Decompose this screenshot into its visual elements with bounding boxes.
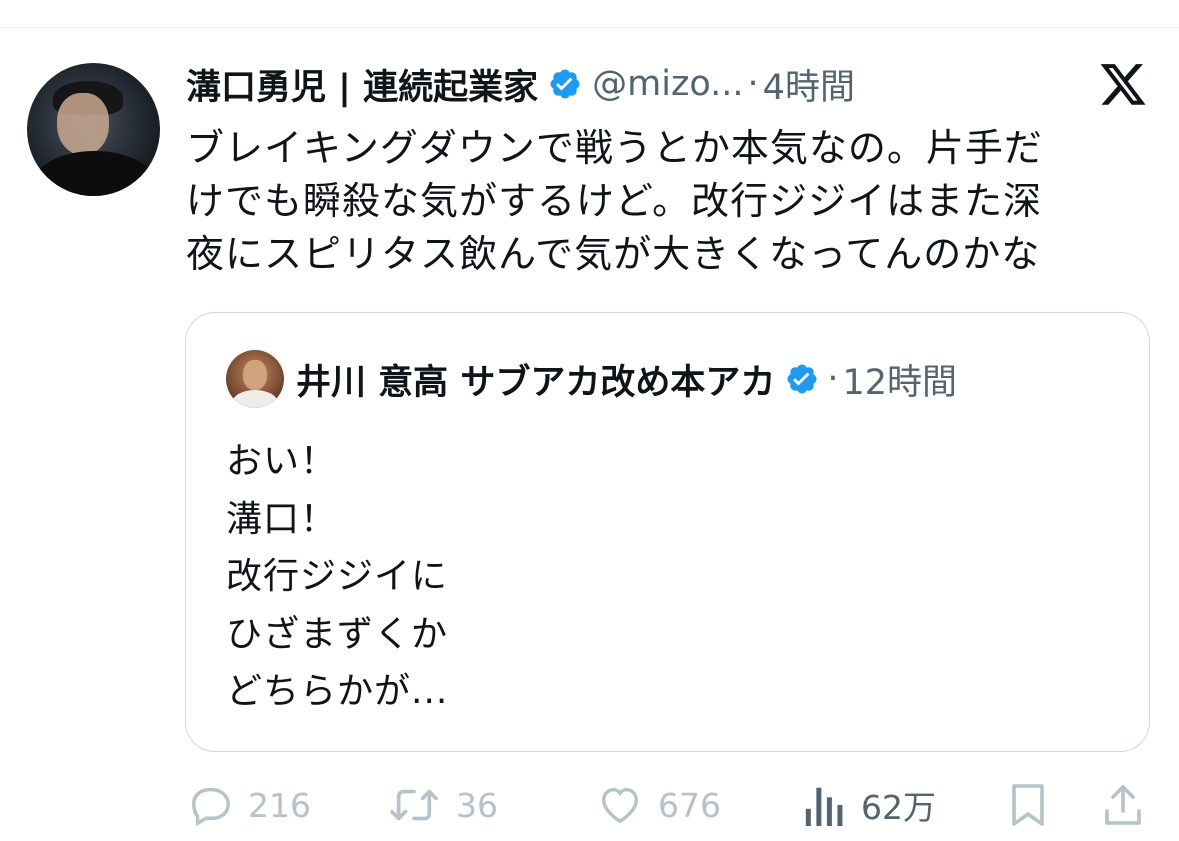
tweet-text-line: ブレイキングダウンで戦うとか本気なの。片手だ xyxy=(186,126,1043,170)
quoted-tweet-card[interactable]: 井川 意高 サブアカ改め本アカ · 12時間 おい！ 溝口！ 改行ジジイに ひざ… xyxy=(185,312,1150,752)
quoted-text-line: 改行ジジイに xyxy=(226,556,449,597)
avatar-face xyxy=(57,93,109,155)
tweet-text-line: けでも瞬殺な気がするけど。改行ジジイはまた深 xyxy=(186,179,1043,223)
author-handle[interactable]: @mizo... xyxy=(592,64,743,104)
retweet-count: 36 xyxy=(456,785,498,825)
like-button[interactable]: 676 xyxy=(596,770,721,840)
tweet-text: ブレイキングダウンで戦うとか本気なの。片手だ けでも瞬殺な気がするけど。改行ジジ… xyxy=(186,122,1126,281)
author-name[interactable]: 溝口勇児 | 連続起業家 xyxy=(186,59,538,110)
reply-icon xyxy=(188,782,234,828)
tweet-timestamp[interactable]: 4時間 xyxy=(763,59,855,110)
quoted-author-avatar xyxy=(226,350,284,408)
header-separator: · xyxy=(747,64,759,104)
views-button[interactable]: 62万 xyxy=(803,770,936,840)
retweet-button[interactable]: 36 xyxy=(386,770,498,840)
quoted-tweet-timestamp: 12時間 xyxy=(842,362,958,403)
avatar-body xyxy=(32,151,157,196)
views-icon xyxy=(803,782,847,828)
like-icon xyxy=(596,782,644,828)
action-bar: 216 36 676 62万 xyxy=(0,770,1179,840)
bookmark-button[interactable] xyxy=(1008,770,1048,840)
tweet-header: 溝口勇児 | 連続起業家 @mizo... · 4時間 xyxy=(186,58,855,110)
top-divider xyxy=(0,27,1179,28)
quoted-text-line: おい！ xyxy=(226,441,338,482)
share-icon xyxy=(1103,781,1143,829)
bookmark-icon xyxy=(1008,781,1048,829)
tweet-text-line: 夜にスピリタス飲んで気が大きくなってんのかな xyxy=(186,232,1041,276)
verified-badge-icon[interactable] xyxy=(548,67,582,101)
quoted-avatar-shirt xyxy=(232,390,278,408)
x-logo-icon xyxy=(1098,64,1148,110)
quoted-text-line: ひざまずくか xyxy=(226,613,449,655)
retweet-icon xyxy=(386,782,442,828)
quoted-tweet-header: 井川 意高 サブアカ改め本アカ · 12時間 xyxy=(296,351,957,407)
reply-button[interactable]: 216 xyxy=(188,770,311,840)
quoted-text-line: どちらかが... xyxy=(226,671,449,712)
author-avatar[interactable] xyxy=(27,63,160,196)
reply-count: 216 xyxy=(248,785,311,825)
quoted-header-separator: · xyxy=(827,359,839,399)
quoted-author-name: 井川 意高 サブアカ改め本アカ xyxy=(296,362,776,403)
verified-badge-icon xyxy=(785,362,819,396)
quoted-avatar-face xyxy=(243,360,267,390)
like-count: 676 xyxy=(658,785,721,825)
views-count: 62万 xyxy=(861,788,936,827)
quoted-tweet-text: おい！ 溝口！ 改行ジジイに ひざまずくか どちらかが... xyxy=(226,433,448,721)
share-button[interactable] xyxy=(1103,770,1143,840)
quoted-text-line: 溝口！ xyxy=(226,498,338,540)
